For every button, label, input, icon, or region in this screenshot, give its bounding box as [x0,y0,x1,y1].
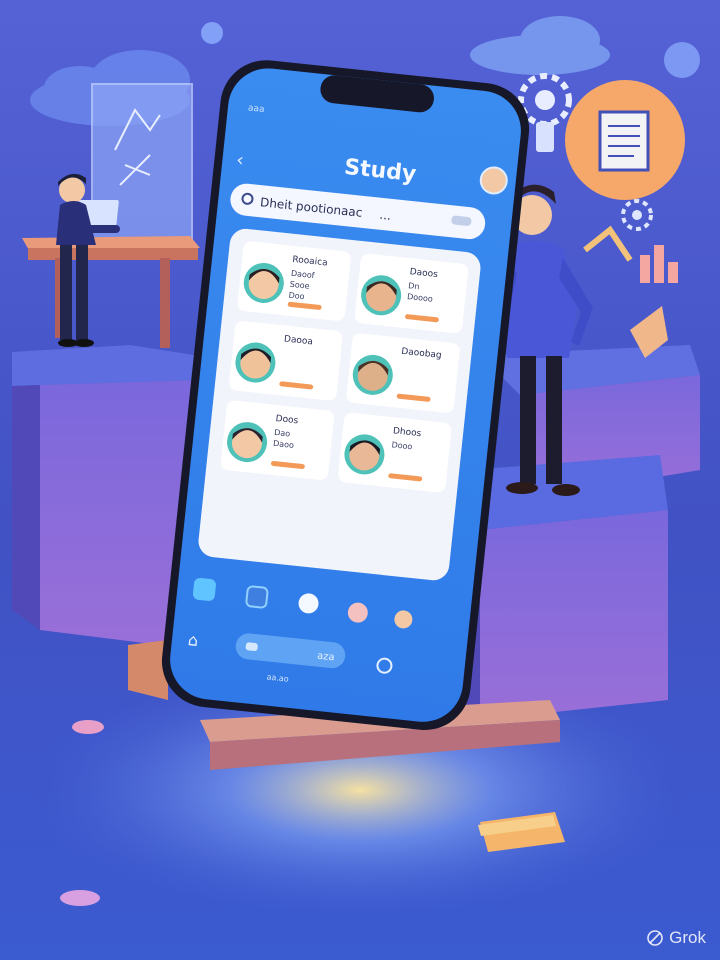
home-indicator-icon[interactable]: ⌂ [187,630,199,650]
user-icon[interactable] [393,610,413,630]
profile-detail: Dao [274,428,291,439]
illustration-scene: aaa ‹ Study Dheit pootionaac ... Rooaica… [0,0,720,960]
back-icon[interactable]: ‹ [235,150,244,172]
home-icon[interactable] [192,577,216,601]
profile-card[interactable]: Daoobag [346,333,461,414]
profile-card[interactable]: Daooa [228,320,343,401]
bell-icon[interactable] [347,602,369,624]
profile-card[interactable]: DoosDaoDaoo [220,400,335,481]
profile-card[interactable]: DhoosDooo [337,412,452,493]
profile-detail: Dn [408,281,420,291]
app-title: Study [343,155,417,187]
watermark: Grok [646,928,706,948]
profile-avatar[interactable] [479,166,508,195]
pill-icon [245,642,258,652]
pill-text: aza [317,651,336,664]
bottom-icons [192,577,413,630]
grok-logo-icon [647,930,663,946]
status-bar-text: aaa [247,103,265,115]
grid-icon[interactable] [245,585,269,609]
bottom-pill[interactable] [234,632,346,669]
profile-card[interactable]: DaoosDnDoooo [354,253,469,334]
profile-card[interactable]: RooaicaDaoofSooeDoo [237,241,352,322]
phone-ui: aaa ‹ Study Dheit pootionaac ... Rooaica… [187,103,508,684]
search-suffix: ... [379,208,392,223]
footer-text: aa.ao [266,672,289,683]
profile-detail: Doo [288,291,305,302]
watermark-text: Grok [669,928,706,947]
target-icon[interactable] [298,592,320,614]
settings-icon[interactable] [376,657,393,674]
